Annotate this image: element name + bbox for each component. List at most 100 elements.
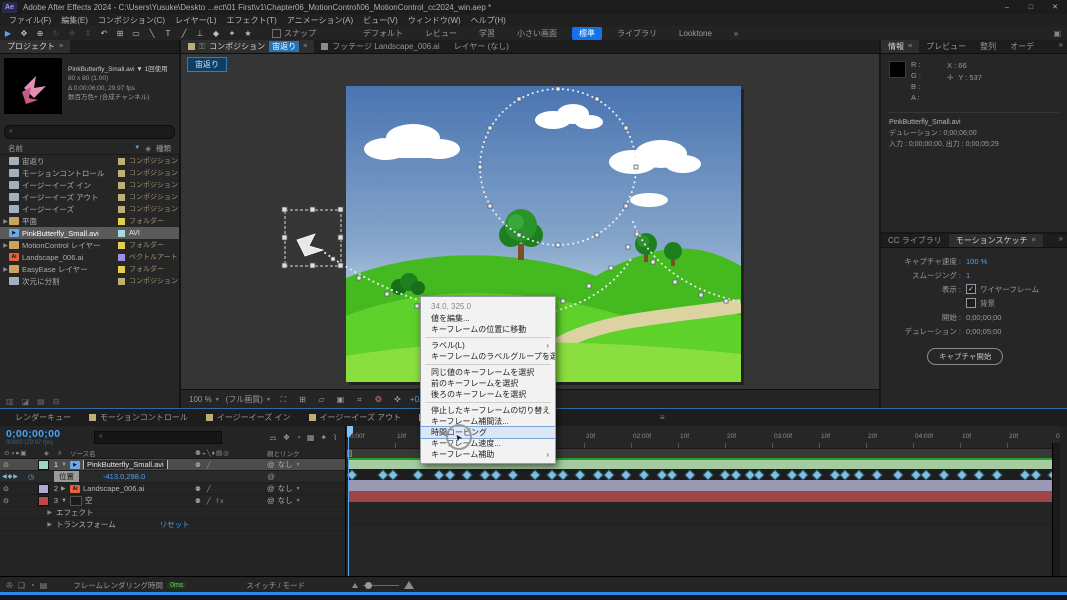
parent-dropdown[interactable]: なし xyxy=(278,483,293,494)
position-keyframe-icon[interactable] xyxy=(1019,469,1030,480)
parent-dropdown[interactable]: なし xyxy=(278,495,293,506)
expand-arrow-icon[interactable]: ▶ xyxy=(61,485,70,492)
layer-switches[interactable]: ⚉ ╱ xyxy=(195,461,267,469)
mask-visibility-icon[interactable]: ▣ xyxy=(334,395,347,404)
menu-item[interactable]: ウィンドウ(W) xyxy=(403,15,466,26)
layer-bar-landscape[interactable] xyxy=(348,480,1059,491)
grid-guides-icon[interactable]: ⊞ xyxy=(296,395,309,404)
property-name[interactable]: 位置 xyxy=(54,471,79,482)
position-keyframe-icon[interactable] xyxy=(433,469,444,480)
workspace-tab[interactable]: » xyxy=(723,29,749,38)
transparency-grid-icon[interactable]: ▱ xyxy=(315,395,328,404)
transform-group-label[interactable]: トランスフォーム xyxy=(56,519,116,530)
playhead[interactable] xyxy=(348,426,349,576)
layer-switches[interactable]: ⚉ ╱ fx xyxy=(195,497,267,505)
transform-reset-link[interactable]: リセット xyxy=(160,519,190,530)
context-menu-item[interactable]: キーフレーム補間法... xyxy=(421,416,555,427)
pickwhip-icon[interactable]: @ xyxy=(267,472,275,481)
context-menu-item[interactable]: 同じ値のキーフレームを選択 xyxy=(421,367,555,378)
context-menu-item[interactable]: 値を編集... xyxy=(421,313,555,324)
label-color-chip[interactable] xyxy=(118,158,125,165)
smoothing-value[interactable]: 1 xyxy=(966,271,970,280)
project-item-row[interactable]: ▶MotionControl レイヤーフォルダー xyxy=(0,239,179,251)
project-item-name[interactable]: MotionControl レイヤー xyxy=(22,240,114,251)
layer-color-chip[interactable] xyxy=(38,460,49,470)
project-item-name[interactable]: 平面 xyxy=(22,216,114,227)
menu-item[interactable]: 編集(E) xyxy=(56,15,93,26)
zoom-in-icon[interactable] xyxy=(404,581,414,589)
context-menu-item[interactable]: ラベル(L)› xyxy=(421,340,555,351)
project-item-row[interactable]: 宙返りコンポジション xyxy=(0,155,179,167)
hide-shy-layers-icon[interactable]: ◔ xyxy=(296,433,301,442)
position-keyframe-icon[interactable] xyxy=(797,469,808,480)
eye-icon[interactable]: ⊙ xyxy=(0,461,12,469)
project-item-name[interactable]: イージーイーズ アウト xyxy=(22,192,114,203)
parent-dropdown[interactable]: なし xyxy=(278,459,293,470)
workspace-search-icon[interactable]: ▣ xyxy=(1053,29,1061,38)
layer-color-chip[interactable] xyxy=(38,484,49,494)
position-keyframe-icon[interactable] xyxy=(461,469,472,480)
project-item-name[interactable]: EasyEase レイヤー xyxy=(22,264,114,275)
position-keyframe-icon[interactable] xyxy=(490,469,501,480)
panel-menu-icon[interactable]: ≡ xyxy=(303,43,307,50)
frame-blending-icon[interactable]: ▦ xyxy=(307,433,315,442)
eye-icon[interactable]: ⊙ xyxy=(0,497,12,505)
minimize-button[interactable]: – xyxy=(995,0,1019,14)
panel-menu-icon[interactable]: ≡ xyxy=(59,43,63,50)
position-keyframe-icon[interactable] xyxy=(991,469,1002,480)
motion-blur-icon[interactable]: ✦ xyxy=(320,433,327,442)
clone-stamp-tool-icon[interactable]: ⊥ xyxy=(192,29,208,38)
position-keyframe-icon[interactable] xyxy=(620,469,631,480)
resolution-dropdown[interactable]: (フル画質)▼ xyxy=(226,394,271,405)
stopwatch-icon[interactable]: ◷ xyxy=(28,473,40,481)
panel-menu-icon[interactable]: ≡ xyxy=(908,43,912,50)
label-color-chip[interactable] xyxy=(118,206,125,213)
property-value[interactable]: -413.0,298.0 xyxy=(103,472,145,481)
timeline-tab[interactable]: モーションコントロール xyxy=(80,412,197,423)
context-menu-item[interactable]: キーフレーム補助› xyxy=(421,449,555,460)
delete-icon[interactable]: ⊟ xyxy=(53,397,60,406)
position-keyframe-icon[interactable] xyxy=(666,469,677,480)
position-keyframe-icon[interactable] xyxy=(786,469,797,480)
project-item-name[interactable]: PinkButterfly_Small.avi xyxy=(22,229,114,238)
position-keyframe-icon[interactable] xyxy=(920,469,931,480)
label-color-chip[interactable] xyxy=(118,182,125,189)
composition-mini-flowchart-icon[interactable]: ⚎ xyxy=(270,433,277,442)
position-keyframe-icon[interactable] xyxy=(892,469,903,480)
pickwhip-icon[interactable]: @ xyxy=(267,496,275,505)
position-property-row[interactable]: ◀◆▶ ◷ 位置 -413.0,298.0 @ xyxy=(0,471,345,483)
zoom-tool-icon[interactable]: ⊕ xyxy=(32,29,48,38)
position-keyframe-icon[interactable] xyxy=(574,469,585,480)
layer-color-chip[interactable] xyxy=(38,496,49,506)
label-color-chip[interactable] xyxy=(118,218,125,225)
panel-menu-icon[interactable]: ≡ xyxy=(1031,237,1035,244)
sort-icon[interactable]: ▼ xyxy=(134,145,140,151)
effects-group-row[interactable]: ▶エフェクト xyxy=(0,507,345,519)
project-search-input[interactable]: ⌕ xyxy=(4,125,175,139)
layer-name[interactable]: 空 xyxy=(85,495,195,506)
context-menu-item[interactable]: キーフレームのラベルグループを選択› xyxy=(421,351,555,362)
snap-toggle[interactable]: スナップ xyxy=(272,28,316,39)
position-keyframe-icon[interactable] xyxy=(702,469,713,480)
keyframe-navigator[interactable]: ◀◆▶ xyxy=(0,473,28,480)
position-keyframe-icon[interactable] xyxy=(871,469,882,480)
position-keyframe-icon[interactable] xyxy=(444,469,455,480)
expand-arrow-icon[interactable]: ▼ xyxy=(61,462,70,468)
tab-align[interactable]: 整列 xyxy=(973,40,1003,53)
position-keyframe-icon[interactable] xyxy=(730,469,741,480)
region-of-interest-icon[interactable]: ⛶ xyxy=(277,395,290,405)
create-comp-icon[interactable]: ▤ xyxy=(37,397,45,406)
brush-tool-icon[interactable]: ╱ xyxy=(176,29,192,38)
layer-bar-sky-solid[interactable] xyxy=(348,491,1059,502)
roto-brush-tool-icon[interactable]: ✦ xyxy=(224,29,240,38)
rulers-icon[interactable]: ⌗ xyxy=(353,395,366,405)
workspace-tab[interactable]: ライブラリ xyxy=(606,28,668,39)
parent-link-column[interactable]: 親とリンク xyxy=(267,448,345,458)
pickwhip-icon[interactable]: @ xyxy=(267,484,275,493)
selection-tool-icon[interactable]: ▶ xyxy=(0,29,16,38)
workspace-tab[interactable]: レビュー xyxy=(414,28,468,39)
menu-item[interactable]: アニメーション(A) xyxy=(282,15,358,26)
position-keyframe-icon[interactable] xyxy=(412,469,423,480)
position-keyframe-icon[interactable] xyxy=(546,469,557,480)
position-keyframe-icon[interactable] xyxy=(1030,469,1041,480)
